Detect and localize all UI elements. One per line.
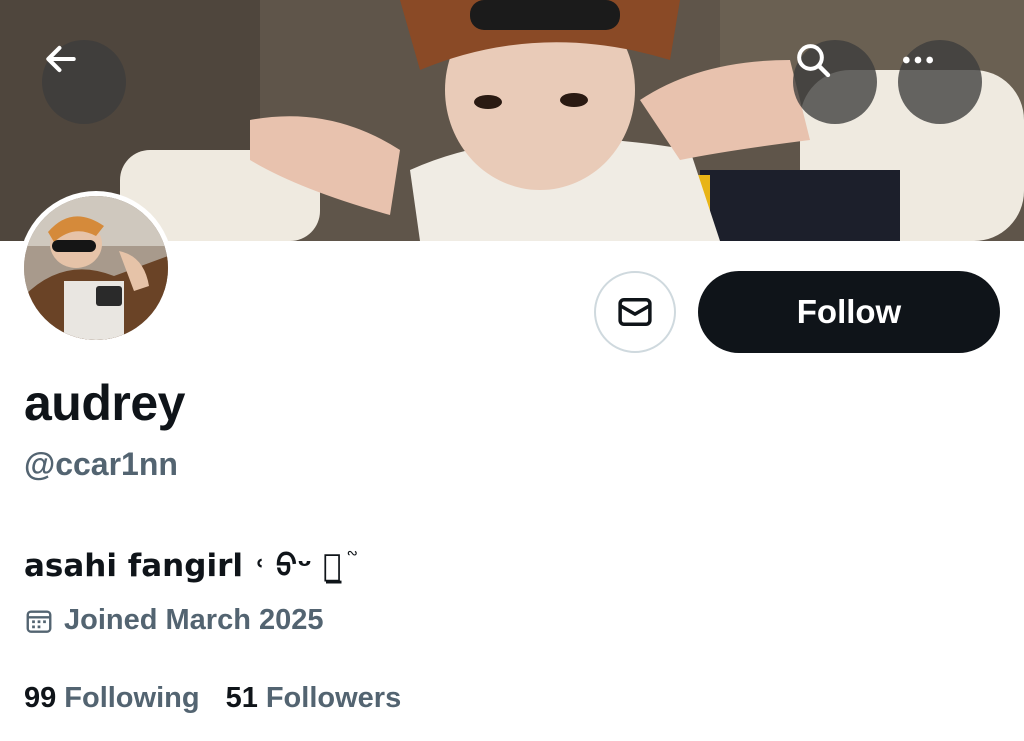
more-horizontal-icon <box>903 56 933 64</box>
display-name: audrey <box>24 375 185 431</box>
mail-icon <box>618 298 652 326</box>
following-label: Following <box>64 682 200 714</box>
back-button[interactable] <box>42 40 126 124</box>
more-options-button[interactable] <box>898 40 982 124</box>
joined-date-row: Joined March 2025 <box>24 604 324 637</box>
following-link[interactable]: 99 Following <box>24 682 200 715</box>
followers-link[interactable]: 51 Followers <box>226 682 402 715</box>
banner-image <box>0 0 1024 241</box>
following-count: 99 <box>24 682 57 714</box>
follow-stats: 99 Following 51 Followers <box>24 682 401 715</box>
bio-text: asahi fangirl ˓ ᢒᵕ ᢒ̲ ֘ <box>24 548 353 584</box>
followers-count: 51 <box>225 682 258 714</box>
avatar-photo <box>24 196 168 340</box>
avatar[interactable] <box>19 191 173 345</box>
followers-label: Followers <box>265 682 402 714</box>
follow-button[interactable]: Follow <box>698 271 1000 353</box>
avatar-image <box>24 196 168 340</box>
search-icon <box>797 44 831 78</box>
search-button[interactable] <box>793 40 877 124</box>
calendar-icon <box>26 609 52 633</box>
profile-banner[interactable] <box>0 0 1024 241</box>
user-handle: @ccar1nn <box>24 446 178 482</box>
back-arrow-icon <box>46 45 76 73</box>
joined-date-text: Joined March 2025 <box>64 604 324 636</box>
profile-page: Follow audrey @ccar1nn asahi fangirl ˓ ᢒ… <box>0 0 1024 741</box>
message-button[interactable] <box>594 271 676 353</box>
